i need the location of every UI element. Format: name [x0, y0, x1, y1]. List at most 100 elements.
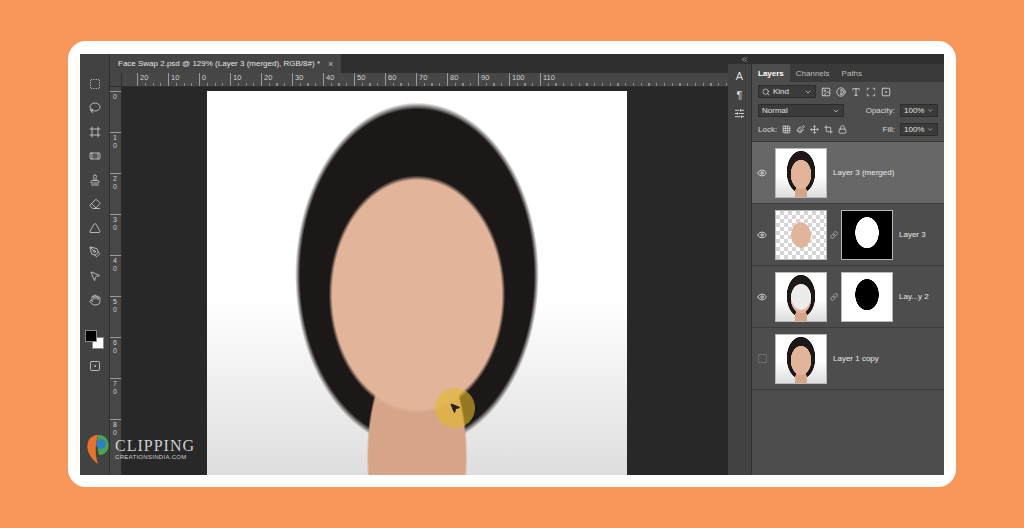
layer-name[interactable]: Lay...y 2 — [899, 292, 929, 301]
ruler-mark: 50 — [110, 296, 121, 337]
properties-icon[interactable] — [734, 108, 745, 119]
fill-label: Fill: — [883, 125, 895, 134]
quick-mask-button[interactable] — [85, 358, 105, 374]
document-tab-bar: Face Swap 2.psd @ 129% (Layer 3 (merged)… — [110, 54, 728, 73]
tool-button[interactable] — [85, 100, 105, 116]
ruler-mark: 110 — [540, 73, 571, 86]
document-body: 01020304050607080 — [110, 87, 728, 475]
layer-row[interactable]: Layer 1 copy — [752, 328, 944, 390]
foreground-color[interactable] — [85, 330, 97, 342]
eye-icon[interactable] — [757, 230, 767, 240]
ruler-mark: 10 — [230, 73, 261, 86]
lock-pixels-icon[interactable] — [796, 125, 805, 134]
chain-link-icon[interactable] — [830, 231, 838, 239]
close-tab-button[interactable]: × — [328, 59, 333, 69]
eye-icon[interactable] — [757, 168, 767, 178]
layer-row[interactable]: Lay...y 2 — [752, 266, 944, 328]
healing-icon[interactable] — [89, 150, 101, 162]
tool-button[interactable] — [85, 124, 105, 140]
marquee-icon[interactable] — [89, 78, 101, 90]
lock-artboard-icon[interactable] — [824, 125, 833, 134]
visibility-toggle[interactable] — [752, 230, 772, 240]
dock-top-strip — [728, 54, 944, 64]
opacity-label: Opacity: — [866, 106, 895, 115]
filter-select[interactable]: Kind — [758, 85, 816, 98]
select-arrow-icon[interactable] — [89, 270, 101, 282]
canvas-viewport[interactable] — [122, 87, 728, 475]
tool-button[interactable] — [85, 220, 105, 236]
type-filter-icon[interactable] — [851, 87, 861, 97]
ruler-mark: 100 — [509, 73, 540, 86]
ruler-mark: 20 — [110, 173, 121, 214]
layer-thumbnail[interactable] — [775, 334, 827, 384]
tool-button[interactable] — [85, 172, 105, 188]
lock-all-icon[interactable] — [838, 125, 847, 134]
lock-transparency-icon[interactable] — [782, 125, 791, 134]
tool-button[interactable] — [85, 268, 105, 284]
tool-button[interactable] — [85, 148, 105, 164]
layers-panel: LayersChannelsPaths Kind Normal Opacity: 100… — [752, 64, 944, 475]
tool-button[interactable] — [85, 292, 105, 308]
chevron-down-icon — [804, 88, 812, 96]
collapse-icon[interactable] — [740, 55, 749, 64]
layer-mask-thumbnail[interactable] — [841, 210, 893, 260]
layer-name[interactable]: Layer 3 — [899, 230, 926, 239]
hand-icon[interactable] — [89, 294, 101, 306]
layer-name[interactable]: Layer 1 copy — [833, 354, 879, 363]
stamp-icon[interactable] — [89, 174, 101, 186]
ruler-corner — [110, 73, 122, 86]
document-tab[interactable]: Face Swap 2.psd @ 129% (Layer 3 (merged)… — [110, 54, 341, 73]
ruler-mark: 50 — [354, 73, 385, 86]
visibility-toggle[interactable] — [752, 168, 772, 178]
mask-link[interactable] — [830, 293, 838, 301]
panel-tab[interactable]: Layers — [752, 64, 790, 82]
color-swatches[interactable] — [85, 330, 105, 350]
tool-button[interactable] — [85, 244, 105, 260]
layer-row[interactable]: Layer 3 (merged) — [752, 142, 944, 204]
portrait-photo[interactable] — [207, 91, 627, 475]
chain-link-icon[interactable] — [830, 293, 838, 301]
hidden-visibility-box[interactable] — [758, 354, 767, 363]
layer-thumbnail[interactable] — [775, 148, 827, 198]
side-tool-button[interactable]: A — [736, 70, 743, 83]
eraser-icon[interactable] — [89, 198, 101, 210]
fill-field[interactable]: 100% — [900, 123, 938, 136]
adjustment-filter-icon[interactable] — [836, 87, 846, 97]
visibility-toggle[interactable] — [752, 354, 772, 363]
layer-mask-thumbnail[interactable] — [841, 272, 893, 322]
vertical-ruler[interactable]: 01020304050607080 — [110, 87, 122, 475]
shape-filter-icon[interactable] — [866, 87, 876, 97]
ruler-mark: 40 — [323, 73, 354, 86]
side-tool-button[interactable]: ¶ — [737, 89, 743, 102]
layer-name[interactable]: Layer 3 (merged) — [833, 168, 894, 177]
blend-mode-select[interactable]: Normal — [758, 104, 844, 117]
layer-thumbnail[interactable] — [775, 272, 827, 322]
blur-icon[interactable] — [89, 222, 101, 234]
logo-icon — [85, 433, 111, 465]
ruler-mark: 70 — [110, 378, 121, 419]
mask-link[interactable] — [830, 231, 838, 239]
side-icon-column: A¶ — [728, 64, 752, 475]
panel-tab[interactable]: Channels — [790, 64, 836, 82]
layer-thumbnail[interactable] — [775, 210, 827, 260]
pen-icon[interactable] — [89, 246, 101, 258]
lock-position-icon[interactable] — [810, 125, 819, 134]
smart-object-filter-icon[interactable] — [881, 87, 891, 97]
tool-button[interactable] — [85, 196, 105, 212]
ruler-mark: 20 — [137, 73, 168, 86]
pixel-filter-icon[interactable] — [821, 87, 831, 97]
ruler-mark: 60 — [110, 337, 121, 378]
ruler-mark: 80 — [447, 73, 478, 86]
horizontal-ruler[interactable]: 20100102030405060708090100110 — [122, 73, 728, 86]
lasso-icon[interactable] — [89, 102, 101, 114]
layer-row[interactable]: Layer 3 — [752, 204, 944, 266]
quick-mask-icon[interactable] — [89, 360, 101, 372]
right-dock: A¶LayersChannelsPathsKindNormalOpacity:1… — [728, 54, 944, 475]
tool-button[interactable] — [85, 76, 105, 92]
cursor-icon — [449, 402, 461, 414]
eye-icon[interactable] — [757, 292, 767, 302]
frame-icon[interactable] — [89, 126, 101, 138]
opacity-field[interactable]: 100% — [900, 104, 938, 117]
panel-tab[interactable]: Paths — [836, 64, 868, 82]
visibility-toggle[interactable] — [752, 292, 772, 302]
